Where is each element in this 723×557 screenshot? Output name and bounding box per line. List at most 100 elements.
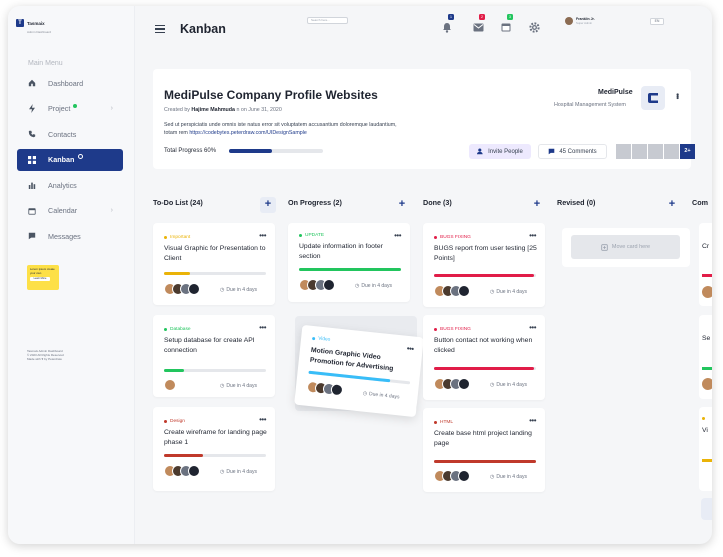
avatar: [648, 144, 663, 159]
sidebar-item-label: Contacts: [48, 129, 77, 139]
comment-icon: [549, 148, 555, 155]
new-badge: [73, 103, 78, 108]
dragging-card[interactable]: Video ••• Motion Graphic Video Promotion…: [294, 324, 424, 418]
add-card-button[interactable]: +: [664, 197, 680, 213]
clock-icon: ◷: [220, 383, 225, 389]
brand-name: Tasmaix: [27, 21, 45, 26]
kanban-card[interactable]: Cr: [699, 223, 712, 306]
promo-button[interactable]: Learn More: [30, 277, 50, 281]
due-date: ◷ Due in 4 days: [220, 469, 257, 475]
project-meta: Created by Hajime Mahmuda n on June 31, …: [164, 107, 282, 113]
more-options-icon[interactable]: •••: [673, 93, 682, 98]
clock-icon: ◷: [220, 469, 225, 475]
top-header: Kanban Search here... 1 2 3 Franklin Jr.…: [135, 6, 712, 56]
clock-icon: ◷: [355, 283, 360, 289]
project-card: MediPulse Company Profile Websites Creat…: [153, 69, 695, 169]
sidebar-item-dashboard[interactable]: Dashboard: [17, 72, 123, 94]
avatar: [632, 144, 647, 159]
kanban-card[interactable]: Database ••• Setup database for create A…: [153, 315, 275, 397]
sidebar-item-analytics[interactable]: Analytics: [17, 174, 123, 196]
kanban-card[interactable]: Se: [699, 315, 712, 399]
message-icon: [27, 231, 37, 241]
assignee-avatars: [164, 379, 176, 391]
due-date: ◷ Due in 4 days: [220, 287, 257, 293]
bar-chart-icon: [27, 180, 37, 190]
card-progress: [299, 268, 401, 271]
main-menu: Dashboard Project › Contacts Kanban Anal…: [17, 72, 123, 251]
add-card-button[interactable]: +: [394, 197, 410, 213]
app-window: T Tasmaix Admin Dashboard Main Menu Dash…: [8, 6, 712, 544]
assignee-avatars: [164, 283, 200, 295]
kanban-card[interactable]: UPDATE ••• Update information in footer …: [288, 223, 410, 302]
avatar: [702, 378, 712, 390]
comments-button[interactable]: 45 Comments: [538, 144, 607, 159]
sidebar: T Tasmaix Admin Dashboard Main Menu Dash…: [8, 6, 135, 544]
language-select[interactable]: EN: [650, 18, 664, 25]
chevron-right-icon: ›: [110, 207, 113, 214]
drop-zone[interactable]: Move card here: [571, 235, 680, 259]
card-title: Vi: [702, 427, 708, 434]
due-date: ◷ Due in 4 days: [362, 390, 400, 401]
more-options-icon[interactable]: •••: [394, 231, 401, 240]
calendar-badge: 3: [507, 14, 513, 20]
calendar-icon: [27, 206, 37, 216]
card-tag: Database: [164, 327, 191, 332]
team-avatars[interactable]: 2+: [616, 144, 695, 159]
bell-icon[interactable]: 1: [440, 14, 454, 34]
comments-label: 45 Comments: [559, 148, 597, 155]
more-options-icon[interactable]: •••: [259, 323, 266, 332]
kanban-card[interactable]: BUGS FIXING ••• BUGS report from user te…: [423, 223, 545, 307]
project-author[interactable]: Hajime Mahmuda: [191, 107, 235, 113]
assignee-avatars: [434, 378, 470, 390]
mail-badge: 2: [479, 14, 485, 20]
card-title: Create base html project landing page: [434, 430, 532, 447]
invite-people-button[interactable]: Invite People: [469, 144, 531, 159]
clock-icon: ◷: [362, 390, 368, 397]
scroll-button[interactable]: [701, 498, 712, 520]
kanban-card[interactable]: Important ••• Visual Graphic for Present…: [153, 223, 275, 305]
project-link[interactable]: https://codebytes.peterdraw.com/UIDesign…: [189, 130, 306, 136]
sidebar-item-project[interactable]: Project ›: [17, 98, 123, 120]
more-options-icon[interactable]: •••: [529, 231, 536, 240]
brand-logo[interactable]: T Tasmaix Admin Dashboard: [16, 12, 51, 34]
user-add-icon: [477, 148, 483, 155]
card-title: BUGS report from user testing [25 Points…: [434, 245, 537, 262]
sidebar-item-kanban[interactable]: Kanban: [17, 148, 123, 171]
card-progress: [434, 367, 536, 370]
user-profile[interactable]: Franklin Jr. Super Admin: [565, 17, 595, 25]
more-options-icon[interactable]: •••: [259, 231, 266, 240]
page-title: Kanban: [180, 22, 226, 36]
created-date: n on June 31, 2020: [236, 107, 282, 113]
calendar-icon[interactable]: 3: [499, 14, 513, 34]
gear-icon[interactable]: [527, 20, 541, 34]
sidebar-item-calendar[interactable]: Calendar ›: [17, 200, 123, 222]
assignee-avatars: [434, 285, 470, 297]
phone-icon: [27, 129, 37, 139]
more-options-icon[interactable]: •••: [259, 415, 266, 424]
client-subtitle: Hospital Management System: [554, 102, 626, 108]
notification-badge: 1: [448, 14, 454, 20]
kanban-card[interactable]: Vi: [699, 407, 712, 491]
card-progress: [702, 274, 712, 277]
more-options-icon[interactable]: •••: [529, 416, 536, 425]
add-card-button[interactable]: +: [260, 197, 276, 213]
sidebar-item-contacts[interactable]: Contacts: [17, 123, 123, 145]
menu-toggle-icon[interactable]: [155, 25, 165, 33]
kanban-card[interactable]: HTML ••• Create base html project landin…: [423, 408, 545, 492]
more-options-icon[interactable]: •••: [529, 323, 536, 332]
active-badge: [78, 154, 84, 159]
avatar: [664, 144, 679, 159]
search-input[interactable]: Search here...: [307, 17, 348, 24]
card-title: Cr: [702, 243, 710, 250]
more-options-icon[interactable]: •••: [406, 344, 414, 354]
card-progress: [164, 369, 266, 372]
card-tag: BUGS FIXING: [434, 235, 471, 240]
clock-icon: ◷: [490, 289, 495, 295]
sidebar-item-messages[interactable]: Messages: [17, 225, 123, 247]
card-progress: [164, 272, 266, 275]
promo-card: Lorem ipsum create your own Learn More: [27, 265, 59, 290]
kanban-card[interactable]: BUGS FIXING ••• Button contact not worki…: [423, 315, 545, 400]
kanban-card[interactable]: Design ••• Create wireframe for landing …: [153, 407, 275, 491]
add-card-button[interactable]: +: [529, 197, 545, 213]
mail-icon[interactable]: 2: [471, 14, 485, 34]
